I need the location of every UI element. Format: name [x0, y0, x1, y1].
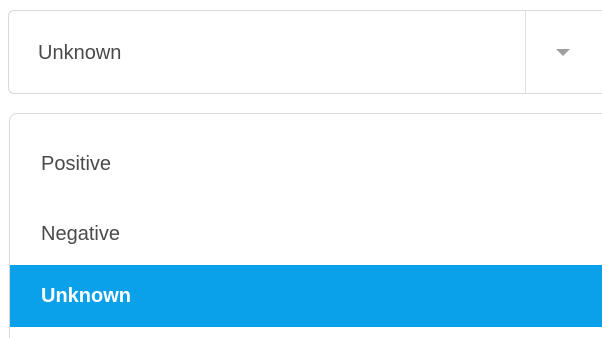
- select-page: Unknown Positive Negative Unknown: [0, 0, 602, 338]
- selected-value: Unknown: [38, 42, 122, 64]
- select-divider: [525, 11, 526, 93]
- option-unknown[interactable]: Unknown: [10, 265, 602, 327]
- status-select[interactable]: Unknown: [8, 10, 602, 94]
- select-dropdown-menu: Positive Negative Unknown: [9, 113, 602, 338]
- option-positive[interactable]: Positive: [10, 133, 602, 195]
- option-negative[interactable]: Negative: [10, 203, 602, 265]
- caret-down-icon[interactable]: [551, 46, 575, 60]
